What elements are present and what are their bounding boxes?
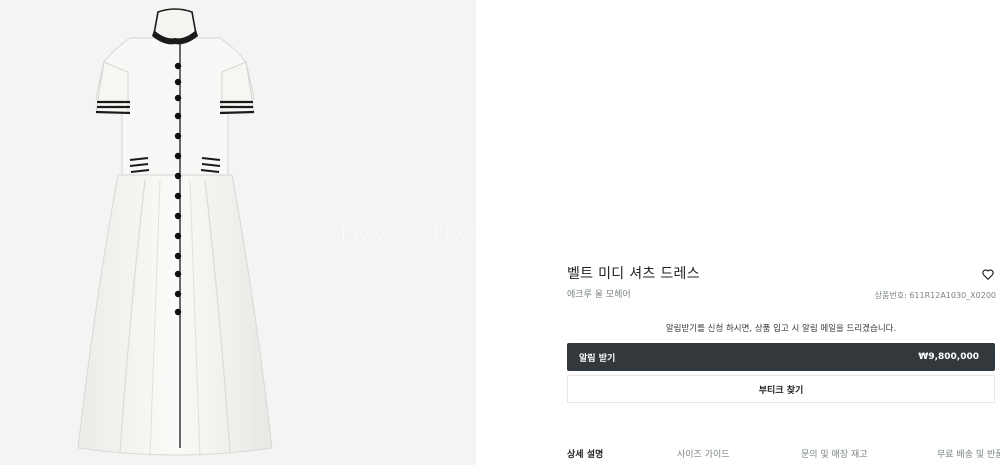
tab-shipping-returns[interactable]: 무료 배송 및 반품 [937, 447, 1000, 460]
product-tabs: 상세 설명 사이즈 가이드 문의 및 매장 재고 무료 배송 및 반품 [567, 447, 1000, 465]
heart-outline-icon [982, 269, 994, 280]
product-code: 상품번호: 611R12A1030_X0200 [874, 291, 996, 300]
find-boutique-label: 부티크 찾기 [758, 385, 804, 396]
notify-me-button[interactable]: 알림 받기 ₩9,800,000 [567, 343, 995, 371]
product-price: ₩9,800,000 [918, 352, 979, 362]
tab-inquiry-stock[interactable]: 문의 및 매장 재고 [801, 447, 868, 460]
product-material: 에크루 울 모헤어 [567, 290, 631, 300]
wishlist-button[interactable] [981, 266, 997, 282]
watermark: rixx [340, 218, 393, 248]
tab-details[interactable]: 상세 설명 [567, 447, 603, 460]
notify-message: 알림받기를 신청 하시면, 상품 입고 시 알림 메일을 드리겠습니다. [665, 324, 897, 334]
notify-button-label: 알림 받기 [579, 353, 616, 364]
product-image-panel [0, 0, 476, 465]
product-title: 벨트 미디 셔츠 드레스 [567, 266, 700, 282]
product-image [77, 8, 273, 457]
tab-size-guide[interactable]: 사이즈 가이드 [677, 447, 730, 460]
find-boutique-button[interactable]: 부티크 찾기 [567, 375, 995, 403]
